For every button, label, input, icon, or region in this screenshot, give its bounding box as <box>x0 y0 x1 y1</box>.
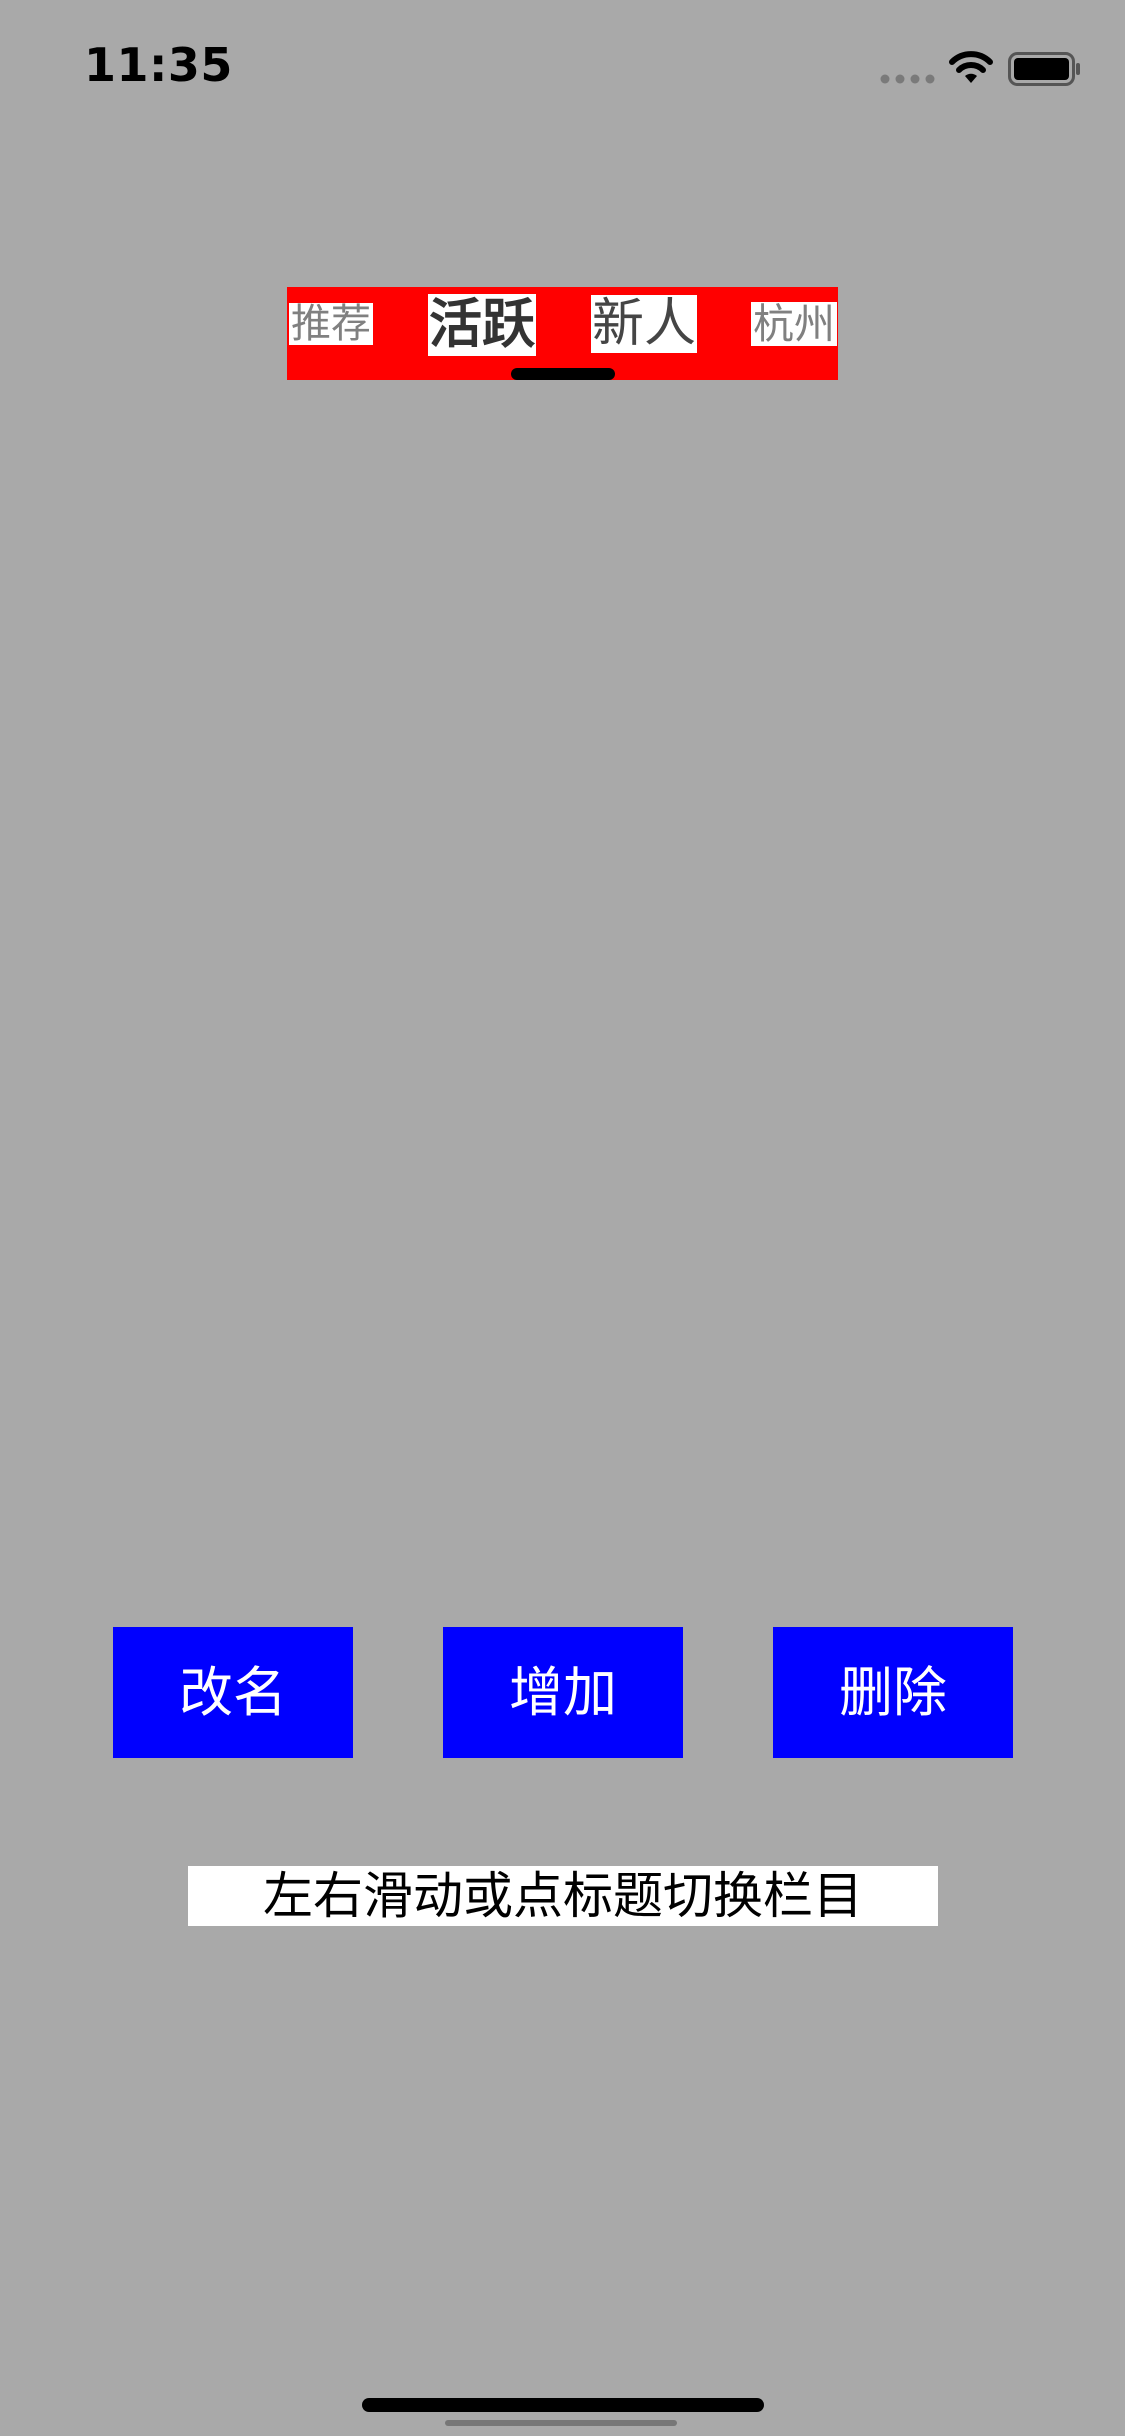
tab-active[interactable]: 活跃 <box>428 294 536 356</box>
status-time: 11:35 <box>84 38 233 92</box>
signal-dots-icon <box>880 74 935 84</box>
tab-selection-indicator <box>511 368 615 380</box>
delete-button[interactable]: 删除 <box>773 1627 1013 1758</box>
home-indicator[interactable] <box>362 2398 764 2412</box>
tab-recommend[interactable]: 推荐 <box>289 303 373 345</box>
battery-icon <box>1008 52 1080 86</box>
hint-label: 左右滑动或点标题切换栏目 <box>188 1866 938 1926</box>
tab-newcomers[interactable]: 新人 <box>591 295 697 353</box>
home-indicator-shadow <box>445 2420 677 2426</box>
wifi-icon <box>949 51 993 83</box>
category-tab-bar: 推荐 活跃 新人 杭州 <box>287 287 838 380</box>
add-button[interactable]: 增加 <box>443 1627 683 1758</box>
tab-hangzhou[interactable]: 杭州 <box>751 302 837 346</box>
rename-button[interactable]: 改名 <box>113 1627 353 1758</box>
